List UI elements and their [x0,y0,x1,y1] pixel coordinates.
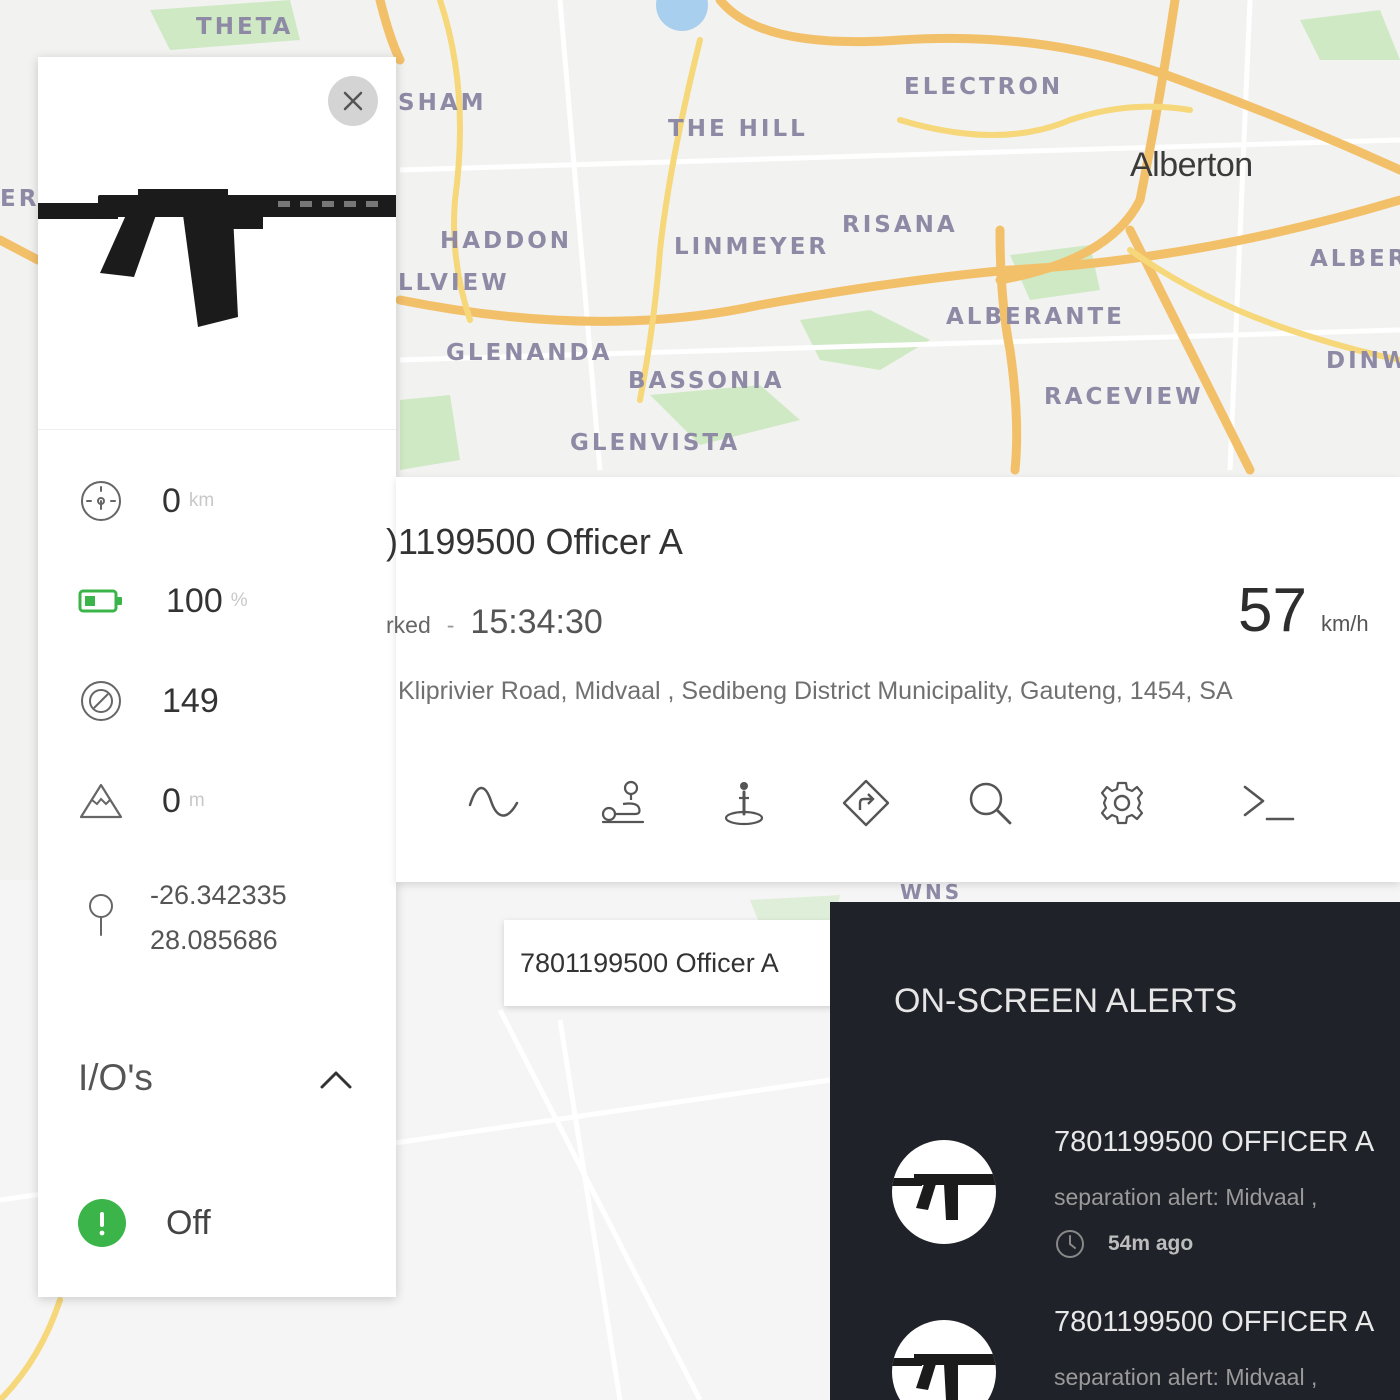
alert-message: separation alert: Midvaal , [1054,1184,1318,1210]
altitude-unit: m [188,790,205,811]
map-label-risana: RISANA [842,212,958,238]
alert-message: separation alert: Midvaal , [1054,1364,1318,1390]
status-on-icon [78,1199,126,1247]
odometer-value: 0 [162,481,181,520]
address: Kliprivier Road, Midvaal , Sedibeng Dist… [398,677,1233,705]
search-icon [969,782,1012,825]
rifle-avatar [892,1320,996,1400]
battery-icon [78,589,122,613]
status-time: 15:34:30 [470,603,603,641]
vehicle-title: )1199500 Officer A [386,521,683,562]
geofence-pin-icon [724,782,764,826]
latitude-value: -26.342335 [150,880,287,910]
action-toolbar [466,775,1326,831]
vehicle-info-card: )1199500 Officer A rked - 15:34:30 57 km… [386,477,1400,882]
directions-icon [842,779,890,827]
map-label-glenanda: GLENANDA [446,340,613,366]
map-city-alberton: Alberton [1130,146,1253,184]
ios-section-title: I/O's [78,1057,153,1098]
search-button[interactable] [962,775,1018,831]
ios-collapse-toggle[interactable] [314,1060,358,1100]
status-line: rked - 15:34:30 [386,603,603,642]
close-button[interactable] [328,76,378,126]
map-label-sham: SHAM [398,90,487,116]
map-label-alber: ALBER [1310,246,1400,272]
alerts-title: ON-SCREEN ALERTS [894,982,1238,1020]
speed-unit: km/h [1320,611,1369,636]
speed-display: 57 km/h [1238,575,1369,646]
chevron-up-icon [320,1071,352,1089]
directions-button[interactable] [838,775,894,831]
alert-time-row: 54m ago [1054,1228,1193,1260]
status-text: rked [386,612,431,638]
gear-icon [1100,781,1144,825]
map-label-haddon: HADDON [440,228,573,254]
altitude-value: 0 [162,781,181,820]
map-label-llview: LLVIEW [398,270,510,296]
map-marker-label[interactable]: 7801199500 Officer A [504,920,834,1006]
status-separator: - [446,612,455,638]
map-label-alberante: ALBERANTE [946,304,1125,330]
io-item: Off [78,1199,211,1247]
map-label-dinw: DINW [1326,348,1400,374]
speed-value: 57 [1238,576,1307,645]
settings-button[interactable] [1094,775,1150,831]
odometer-row: 0 km [78,477,214,525]
terminal-icon [1243,785,1295,821]
altitude-row: 0 m [78,777,205,825]
rifle-avatar [892,1140,996,1244]
heading-value: 149 [162,681,219,720]
clock-icon [1056,1230,1084,1258]
map-label-glenvista: GLENVISTA [570,430,741,456]
alert-name: 7801199500 OFFICER A [1054,1126,1375,1158]
alert-item[interactable]: 7801199500 OFFICER A separation alert: M… [830,1126,1400,1290]
alert-item[interactable]: 7801199500 OFFICER A separation alert: M… [830,1306,1400,1400]
alert-name: 7801199500 OFFICER A [1054,1306,1375,1338]
odometer-unit: km [188,490,215,511]
command-button[interactable] [1240,775,1296,831]
odometer-icon [81,481,121,521]
rifle-image [38,189,396,327]
longitude-value: 28.085686 [150,925,278,955]
battery-unit: % [230,590,248,611]
route-icon [601,780,645,824]
device-detail-panel: 0 km 100 % 149 0 m -26.342335 28.085686 … [38,57,396,1297]
map-label-er: ER [0,186,40,212]
altitude-icon [79,783,123,819]
battery-row: 100 % [78,577,248,625]
map-label-theta: THETA [196,14,294,40]
map-label-raceview: RACEVIEW [1044,384,1204,410]
map-label-electron: ELECTRON [904,74,1064,100]
coordinates: -26.342335 28.085686 [150,873,287,963]
alert-time: 54m ago [1108,1232,1194,1255]
compass-icon [81,681,121,721]
map-label-linmeyer: LINMEYER [674,234,830,260]
route-button[interactable] [594,775,650,831]
on-screen-alerts-panel: ON-SCREEN ALERTS 7801199500 OFFICER A se… [830,902,1400,1400]
wave-icon [468,786,519,817]
divider [38,429,396,430]
map-label-bassonia: BASSONIA [628,368,785,394]
location-pin-icon [89,894,113,936]
geofence-button[interactable] [716,775,772,831]
map-label-wns: WNS [900,880,963,904]
trip-history-button[interactable] [466,775,522,831]
battery-value: 100 [166,581,223,620]
map-label-the-hill: THE HILL [668,116,808,142]
close-icon [343,91,363,111]
io-status-label: Off [166,1203,211,1242]
location-pin-row [78,891,124,939]
heading-row: 149 [78,677,219,725]
